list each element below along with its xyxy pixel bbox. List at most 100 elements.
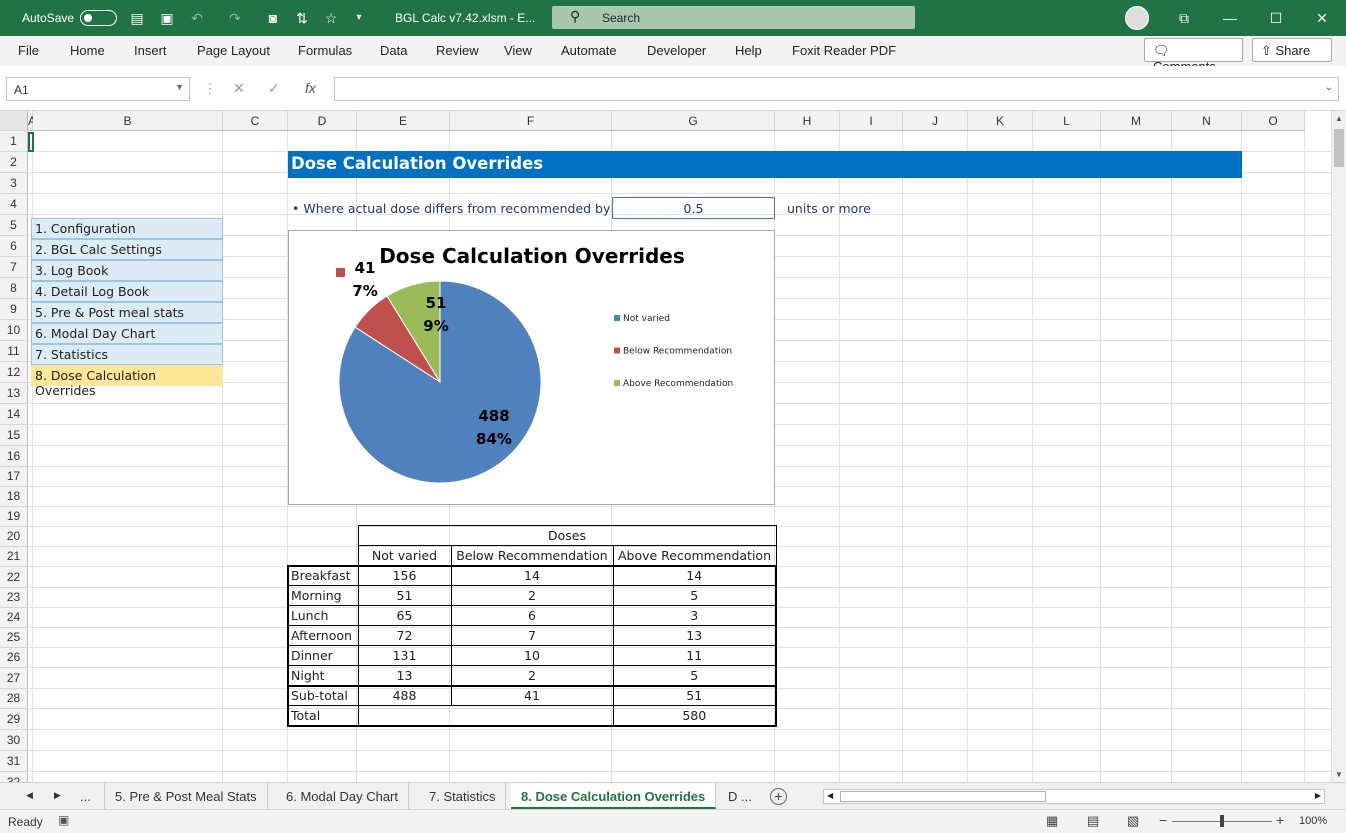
row-header-13[interactable]: 13	[0, 383, 28, 404]
menu-developer[interactable]: Developer	[647, 43, 706, 58]
row-header-1[interactable]: 1	[0, 131, 28, 152]
threshold-input[interactable]: 0.5	[612, 197, 775, 219]
tab-pre-post-meal-stats[interactable]: 5. Pre & Post Meal Stats	[104, 783, 268, 809]
row-header-23[interactable]: 23	[0, 588, 28, 608]
tab-scroll-left-icon[interactable]: ◀	[26, 790, 33, 801]
tab-statistics[interactable]: 7. Statistics	[419, 783, 507, 809]
column-header-f[interactable]: F	[450, 111, 612, 131]
row-header-21[interactable]: 21	[0, 547, 28, 567]
active-cell-a1[interactable]	[28, 132, 34, 152]
column-header-m[interactable]: M	[1101, 111, 1172, 131]
scroll-thumb[interactable]	[1334, 129, 1344, 167]
row-header-27[interactable]: 27	[0, 668, 28, 689]
menu-insert[interactable]: Insert	[134, 43, 167, 58]
tab-scroll-right-icon[interactable]: ▶	[54, 790, 61, 801]
row-header-17[interactable]: 17	[0, 467, 28, 487]
search-box[interactable]: ⚲ Search	[552, 6, 915, 29]
nav-link-detail-log-book[interactable]: 4. Detail Log Book	[31, 281, 223, 302]
menu-view[interactable]: View	[504, 43, 532, 58]
row-header-22[interactable]: 22	[0, 567, 28, 588]
nav-link-configuration[interactable]: 1. Configuration	[31, 218, 223, 239]
pie-chart[interactable]: Dose Calculation Overrides 488 84% 41 7% 51 9…	[288, 230, 775, 505]
normal-view-icon[interactable]: ▦	[1046, 813, 1058, 829]
menu-review[interactable]: Review	[436, 43, 479, 58]
row-header-18[interactable]: 18	[0, 487, 28, 507]
nav-link-pre-post-meal-stats[interactable]: 5. Pre & Post meal stats	[31, 302, 223, 323]
close-icon[interactable]: ✕	[1312, 8, 1332, 28]
menu-formulas[interactable]: Formulas	[298, 43, 352, 58]
column-header-e[interactable]: E	[357, 111, 450, 131]
row-header-29[interactable]: 29	[0, 709, 28, 730]
autosave-toggle[interactable]	[80, 10, 117, 26]
name-box[interactable]: A1 ▼	[6, 77, 190, 101]
column-header-i[interactable]: I	[840, 111, 903, 131]
account-avatar[interactable]	[1125, 6, 1149, 30]
save-as-icon[interactable]: ▤	[128, 9, 146, 27]
tab-modal-day-chart[interactable]: 6. Modal Day Chart	[276, 783, 409, 809]
row-header-3[interactable]: 3	[0, 173, 28, 194]
cancel-icon[interactable]: ✕	[233, 80, 245, 97]
row-header-28[interactable]: 28	[0, 689, 28, 709]
zoom-level[interactable]: 100%	[1299, 815, 1327, 827]
row-header-6[interactable]: 6	[0, 236, 28, 257]
sort-icon[interactable]: ⇅	[293, 9, 311, 27]
nav-link-statistics[interactable]: 7. Statistics	[31, 344, 223, 365]
add-sheet-button[interactable]: +	[770, 788, 787, 805]
menu-data[interactable]: Data	[380, 43, 407, 58]
zoom-out-icon[interactable]: −	[1159, 812, 1167, 828]
row-header-8[interactable]: 8	[0, 278, 28, 299]
hscroll-thumb[interactable]	[840, 791, 1046, 802]
row-header-12[interactable]: 12	[0, 362, 28, 383]
row-header-10[interactable]: 10	[0, 320, 28, 341]
macro-record-icon[interactable]: ▣	[58, 813, 69, 827]
row-header-4[interactable]: 4	[0, 194, 28, 215]
select-all-corner[interactable]	[0, 111, 28, 131]
column-header-j[interactable]: J	[903, 111, 968, 131]
formula-input[interactable]: ⌄	[334, 77, 1339, 101]
nav-link-dose-calculation-overrides[interactable]: 8. Dose Calculation Overrides	[31, 365, 223, 398]
column-header-n[interactable]: N	[1172, 111, 1242, 131]
expand-formula-icon[interactable]: ⌄	[1325, 82, 1333, 93]
row-header-26[interactable]: 26	[0, 648, 28, 668]
tab-dose-calculation-overrides[interactable]: 8. Dose Calculation Overrides	[511, 783, 717, 809]
menu-page-layout[interactable]: Page Layout	[197, 43, 270, 58]
menu-foxit[interactable]: Foxit Reader PDF	[792, 43, 896, 58]
hscroll-right-icon[interactable]: ▶	[1315, 791, 1321, 800]
menu-file[interactable]: File	[18, 43, 39, 58]
column-header-g[interactable]: G	[612, 111, 775, 131]
row-header-5[interactable]: 5	[0, 215, 28, 236]
vertical-scrollbar[interactable]: ▲ ▼	[1331, 111, 1346, 782]
zoom-in-icon[interactable]: +	[1276, 812, 1284, 828]
row-header-24[interactable]: 24	[0, 608, 28, 628]
comments-button[interactable]: 🗨 Comments	[1144, 38, 1243, 74]
save-icon[interactable]: ▣	[158, 9, 176, 27]
tab-more-left[interactable]: ...	[80, 789, 91, 804]
customize-qat-icon[interactable]: ▾	[350, 9, 368, 27]
page-layout-view-icon[interactable]: ▤	[1087, 813, 1099, 829]
zoom-slider-thumb[interactable]	[1220, 815, 1224, 827]
ribbon-display-icon[interactable]: ⧉	[1174, 8, 1194, 28]
row-header-9[interactable]: 9	[0, 299, 28, 320]
nav-link-modal-day-chart[interactable]: 6. Modal Day Chart	[31, 323, 223, 344]
column-header-l[interactable]: L	[1033, 111, 1101, 131]
nav-link-log-book[interactable]: 3. Log Book	[31, 260, 223, 281]
row-header-30[interactable]: 30	[0, 730, 28, 751]
column-header-b[interactable]: B	[33, 111, 223, 131]
worksheet-grid[interactable]: ABCDEFGHIJKLMNO 1 2 3 4 5 6 7 8 9 10 11 12 13 14 15 16 1…	[0, 111, 1346, 782]
row-header-19[interactable]: 19	[0, 507, 28, 527]
horizontal-scrollbar[interactable]: ◀ ▶	[823, 789, 1325, 804]
maximize-icon[interactable]: ☐	[1266, 8, 1286, 28]
column-header-h[interactable]: H	[775, 111, 840, 131]
scroll-up-icon[interactable]: ▲	[1335, 114, 1343, 123]
enter-icon[interactable]: ✓	[268, 80, 280, 97]
column-header-c[interactable]: C	[223, 111, 288, 131]
row-header-2[interactable]: 2	[0, 152, 28, 173]
page-break-view-icon[interactable]: ▧	[1127, 813, 1139, 829]
minimize-icon[interactable]: —	[1220, 8, 1240, 28]
row-header-11[interactable]: 11	[0, 341, 28, 362]
star-icon[interactable]: ☆	[322, 9, 340, 27]
column-header-k[interactable]: K	[968, 111, 1033, 131]
row-header-7[interactable]: 7	[0, 257, 28, 278]
row-header-16[interactable]: 16	[0, 446, 28, 467]
column-header-d[interactable]: D	[288, 111, 357, 131]
